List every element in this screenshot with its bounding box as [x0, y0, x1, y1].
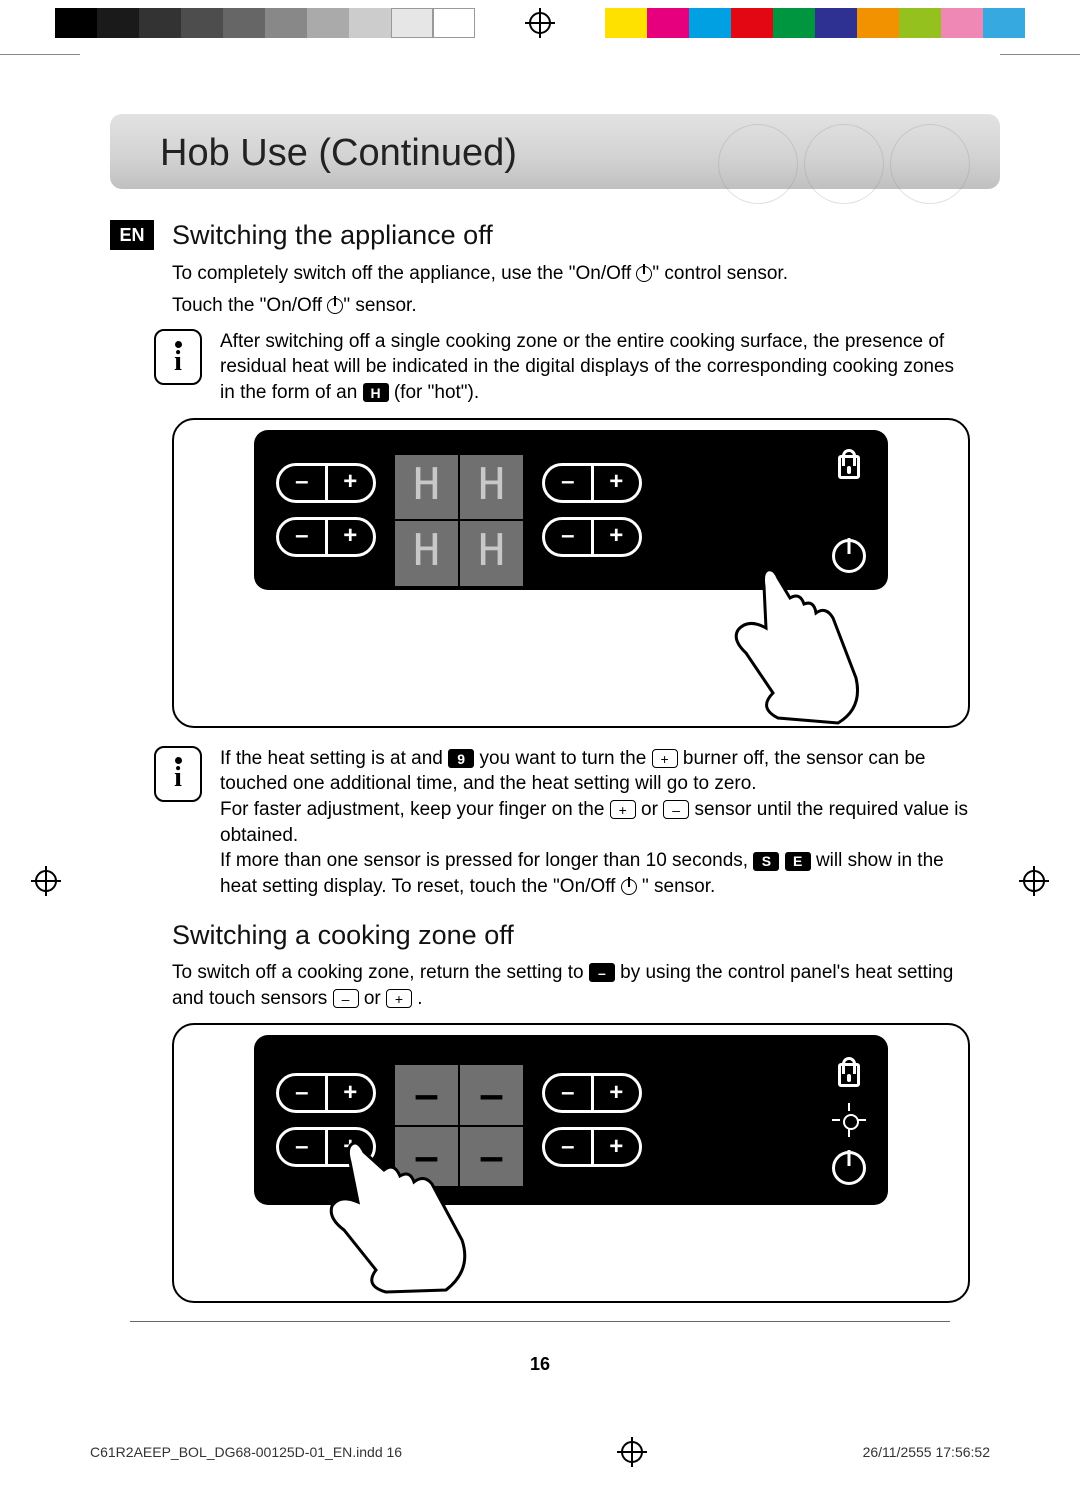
power-icon — [327, 298, 343, 314]
registration-mark-icon — [1023, 870, 1045, 892]
power-icon — [621, 879, 637, 895]
color-swatches — [605, 8, 1025, 38]
page-header-band: Hob Use (Continued) — [110, 114, 1000, 189]
plus-minus-control: –+ — [542, 1073, 642, 1113]
display-grid: HH HH — [394, 454, 524, 566]
body-text: To switch off a cooking zone, return the… — [172, 960, 970, 1011]
minus-key-icon: – — [333, 989, 359, 1008]
section-heading-switch-zone-off: Switching a cooking zone off — [172, 917, 970, 953]
print-registration-bar — [55, 8, 1025, 38]
nine-icon: 9 — [448, 749, 474, 768]
dash-display-icon: – — [589, 963, 615, 982]
body-text: To completely switch off the appliance, … — [172, 261, 970, 287]
control-panel-illustration-2: –+ –+ –– –– –+ –+ — [172, 1023, 970, 1303]
language-tag: EN — [110, 220, 154, 250]
body-text: Touch the "On/Off " sensor. — [172, 293, 970, 319]
plus-minus-control: –+ — [542, 1127, 642, 1167]
plus-minus-control: –+ — [276, 1073, 376, 1113]
crop-mark — [0, 54, 80, 55]
plus-minus-control: –+ — [542, 517, 642, 557]
page-number: 16 — [110, 1352, 970, 1376]
grayscale-swatches — [55, 8, 475, 38]
plus-key-icon: + — [386, 989, 412, 1008]
power-icon — [832, 539, 866, 573]
plus-minus-control: –+ — [276, 1127, 376, 1167]
s-display-icon: S — [753, 852, 779, 871]
plus-key-icon: + — [652, 749, 678, 768]
source-file-label: C61R2AEEP_BOL_DG68-00125D-01_EN.indd 16 — [90, 1444, 402, 1460]
registration-mark-icon — [529, 12, 551, 34]
registration-mark-icon — [35, 870, 57, 892]
heat-indicator-icon — [832, 1103, 866, 1137]
minus-key-icon: – — [663, 800, 689, 819]
print-footer: C61R2AEEP_BOL_DG68-00125D-01_EN.indd 16 … — [90, 1441, 990, 1463]
plus-minus-control: –+ — [542, 463, 642, 503]
power-icon — [636, 266, 652, 282]
registration-mark-icon — [621, 1441, 643, 1463]
lock-icon — [832, 447, 866, 481]
plus-minus-control: –+ — [276, 463, 376, 503]
control-panel-illustration-1: –+ –+ HH HH –+ –+ — [172, 418, 970, 728]
print-timestamp: 26/11/2555 17:56:52 — [863, 1444, 990, 1460]
info-icon: i — [154, 329, 202, 385]
page-content: Hob Use (Continued) EN Switching the app… — [80, 64, 1000, 1411]
crop-mark — [1000, 54, 1080, 55]
plus-minus-control: –+ — [276, 517, 376, 557]
power-icon — [832, 1151, 866, 1185]
footer-rule — [130, 1321, 950, 1322]
info-icon: i — [154, 746, 202, 802]
h-display-icon: H — [363, 383, 389, 402]
display-grid: –– –– — [394, 1064, 524, 1176]
section-heading-switch-appliance-off: Switching the appliance off — [172, 217, 493, 253]
lock-icon — [832, 1055, 866, 1089]
info-note: i If the heat setting is at and 9 you wa… — [154, 746, 970, 900]
info-note: i After switching off a single cooking z… — [154, 329, 970, 406]
e-display-icon: E — [785, 852, 811, 871]
plus-key-icon: + — [610, 800, 636, 819]
decorative-circles — [718, 124, 970, 204]
